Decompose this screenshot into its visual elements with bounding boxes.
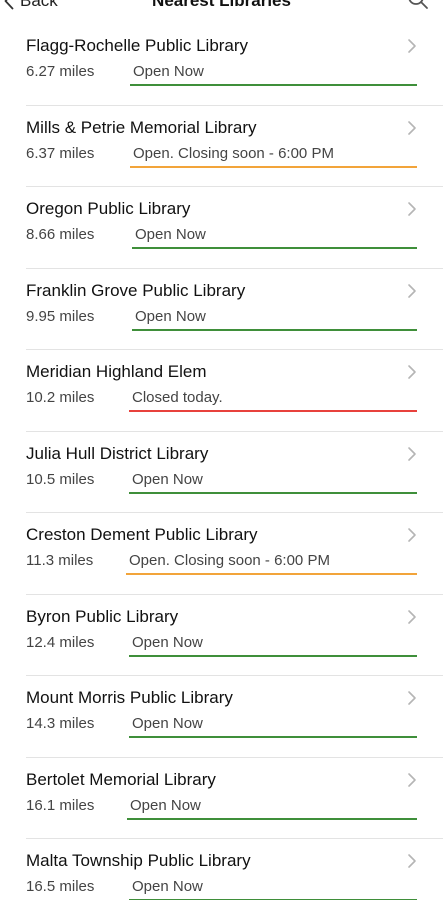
chevron-right-icon — [408, 446, 416, 461]
chevron-right-icon — [408, 39, 416, 53]
library-distance: 8.66 miles — [26, 226, 95, 243]
library-row[interactable]: Mills & Petrie Memorial Library 6.37 mile… — [26, 106, 443, 187]
library-row[interactable]: Malta Township Public Library 16.5 miles O… — [26, 839, 443, 900]
page-title: Nearest Libraries — [152, 0, 291, 10]
library-distance: 10.2 miles — [26, 389, 95, 406]
library-name: Flagg-Rochelle Public Library — [26, 36, 249, 55]
library-distance: 6.37 miles — [26, 144, 95, 162]
chevron-right-icon — [408, 609, 416, 624]
chevron-right-icon — [408, 691, 416, 705]
library-name: Bertolet Memorial Library — [26, 769, 216, 789]
library-name: Franklin Grove Public Library — [26, 280, 246, 300]
library-status: Open. Closing soon - 6:00 PM — [126, 552, 417, 575]
library-status: Open Now — [129, 715, 417, 738]
library-name: Malta Township Public Library — [26, 851, 251, 870]
library-status: Open Now — [132, 308, 417, 331]
library-row[interactable]: Oregon Public Library 8.66 miles Open Now — [26, 187, 443, 269]
library-distance: 14.3 miles — [26, 715, 95, 732]
chevron-right-icon — [408, 120, 416, 135]
chevron-right-icon — [408, 772, 416, 787]
library-row[interactable]: Flagg-Rochelle Public Library 6.27 miles O… — [26, 24, 443, 106]
library-row[interactable]: Meridian Highland Elem 10.2 miles Closed t… — [26, 350, 443, 432]
library-status: Closed today. — [129, 389, 417, 412]
library-distance: 10.5 miles — [26, 470, 95, 488]
library-distance: 16.5 miles — [26, 878, 95, 895]
library-list: Flagg-Rochelle Public Library 6.27 miles O… — [0, 24, 443, 900]
library-name: Meridian Highland Elem — [26, 362, 207, 381]
chevron-right-icon — [408, 283, 416, 298]
library-distance: 12.4 miles — [26, 633, 95, 651]
library-row[interactable]: Julia Hull District Library 10.5 miles Ope… — [26, 432, 443, 513]
library-status: Open Now — [130, 63, 417, 86]
library-distance: 11.3 miles — [26, 552, 94, 569]
search-icon — [408, 0, 428, 9]
library-row[interactable]: Creston Dement Public Library 11.3 miles O… — [26, 513, 443, 595]
library-row[interactable]: Franklin Grove Public Library 9.95 miles O… — [26, 269, 443, 350]
navigation-bar: Back Nearest Libraries — [0, 0, 443, 14]
library-name: Byron Public Library — [26, 606, 179, 626]
library-status: Open Now — [129, 878, 417, 900]
library-status: Open. Closing soon - 6:00 PM — [130, 145, 417, 168]
library-status: Open Now — [129, 471, 417, 494]
library-name: Creston Dement Public Library — [26, 525, 258, 544]
library-row[interactable]: Mount Morris Public Library 14.3 miles Ope… — [26, 676, 443, 758]
library-row[interactable]: Bertolet Memorial Library 16.1 miles Open … — [26, 758, 443, 839]
library-name: Julia Hull District Library — [26, 443, 209, 463]
library-status: Open Now — [132, 226, 417, 249]
library-status: Open Now — [129, 634, 417, 657]
screen: Back Nearest Libraries Flagg-Rochelle Pu… — [0, 0, 443, 900]
library-name: Mount Morris Public Library — [26, 688, 233, 707]
chevron-right-icon — [408, 202, 416, 216]
search-button[interactable] — [407, 0, 431, 12]
chevron-right-icon — [408, 365, 416, 379]
library-status: Open Now — [127, 797, 417, 820]
library-row[interactable]: Byron Public Library 12.4 miles Open Now — [26, 595, 443, 676]
library-name: Mills & Petrie Memorial Library — [26, 117, 257, 137]
chevron-right-icon — [408, 528, 416, 542]
library-name: Oregon Public Library — [26, 199, 191, 218]
library-distance: 6.27 miles — [26, 63, 95, 80]
chevron-right-icon — [408, 854, 416, 868]
library-distance: 9.95 miles — [26, 307, 95, 325]
library-distance: 16.1 miles — [26, 796, 95, 814]
